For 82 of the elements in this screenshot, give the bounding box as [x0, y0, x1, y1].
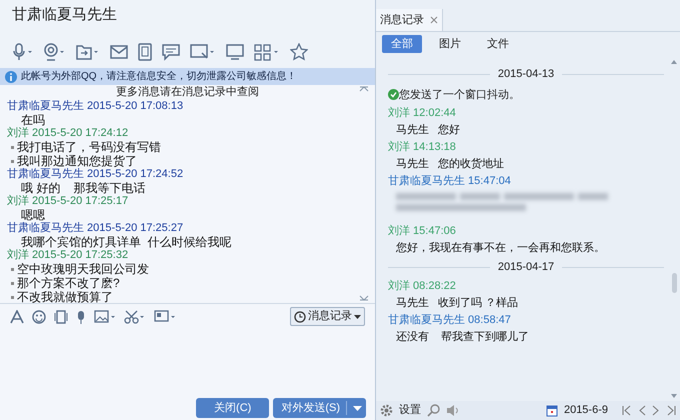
- screen-share-icon[interactable]: [190, 43, 216, 61]
- message-text: 还没有 帮我查下到哪儿了: [395, 330, 530, 344]
- message-text: 马先生 收到了吗 ？样品: [395, 296, 520, 310]
- message-text: 您好，我现在有事不在，一会再和您联系。: [395, 240, 606, 256]
- last-page-icon[interactable]: [666, 405, 676, 416]
- screen-icon[interactable]: [154, 310, 176, 324]
- message-header: 刘洋 2015-5-20 17:25:17: [7, 195, 130, 208]
- message-text: 我叫那边通知您提货了: [17, 154, 137, 168]
- message-header: 刘洋 12:02:44: [388, 106, 457, 121]
- microphone-icon[interactable]: [76, 310, 86, 324]
- message-text: 我打电话了，号码没有写错: [17, 140, 161, 154]
- scroll-down-icon[interactable]: [359, 295, 369, 301]
- message-text: 空中玫瑰明天我回公司发: [17, 262, 149, 276]
- bullet-icon: [11, 296, 14, 298]
- message-text: 那个方案不改了麽?: [17, 276, 120, 290]
- message-text: 马先生 您的收货地址: [395, 157, 506, 172]
- tablet-icon[interactable]: [138, 43, 152, 61]
- scrollbar-thumb[interactable]: [672, 273, 677, 293]
- date-picker[interactable]: 2015-6-9: [564, 402, 608, 419]
- settings-icon[interactable]: [380, 404, 393, 417]
- date-separator: 2015-04-13: [498, 67, 554, 82]
- bullet-icon: [11, 282, 14, 284]
- close-button[interactable]: 关闭(C): [196, 398, 270, 418]
- mail-icon[interactable]: [110, 44, 128, 60]
- vibrate-icon[interactable]: [54, 310, 68, 324]
- message-header: 甘肃临夏马先生 2015-5-20 17:08:13: [7, 100, 184, 113]
- message-header: 刘洋 2015-5-20 17:25:32: [7, 249, 130, 262]
- history-hint[interactable]: 更多消息请在消息记录中查阅: [0, 85, 375, 100]
- apps-grid-icon[interactable]: [254, 43, 280, 61]
- folder-icon[interactable]: [76, 43, 100, 61]
- caret-icon: [353, 406, 362, 410]
- filter-tab[interactable]: 文件: [478, 35, 518, 53]
- search-icon[interactable]: [427, 404, 440, 417]
- message-text: 马先生 您好: [395, 123, 462, 138]
- filter-tab[interactable]: 全部: [382, 35, 422, 53]
- webcam-icon[interactable]: [44, 43, 66, 61]
- message-header: 刘洋 2015-5-20 17:24:12: [7, 127, 130, 140]
- message-header: 甘肃临夏马先生 2015-5-20 17:25:27: [7, 222, 184, 235]
- speaker-icon[interactable]: [446, 404, 459, 417]
- star-icon[interactable]: [290, 43, 308, 61]
- send-button[interactable]: 对外发送(S): [273, 398, 366, 418]
- system-message: 您发送了一个窗口抖动。: [399, 88, 520, 102]
- message-text: 在吗: [21, 113, 45, 127]
- font-icon[interactable]: [10, 310, 24, 324]
- message-header: 刘洋 15:47:06: [388, 224, 457, 239]
- message-text: 嗯嗯: [21, 208, 45, 222]
- first-page-icon[interactable]: [622, 405, 632, 416]
- message-history-button[interactable]: 消息记录: [290, 307, 365, 326]
- scroll-down-icon[interactable]: [671, 394, 677, 398]
- message-header: 甘肃临夏马先生 2015-5-20 17:24:52: [7, 168, 184, 181]
- security-notice: 此帐号为外部QQ，请注意信息安全，切勿泄露公司敏感信息！: [21, 70, 297, 84]
- info-icon: [5, 70, 17, 82]
- message-header: 刘洋 14:13:18: [388, 140, 457, 155]
- filter-tab[interactable]: 图片: [430, 35, 470, 53]
- history-tab[interactable]: 消息记录: [376, 9, 443, 31]
- message-text: 不改我就做预算了: [17, 290, 113, 303]
- next-icon[interactable]: [652, 405, 660, 416]
- bullet-icon: [11, 160, 14, 162]
- scissors-icon[interactable]: [124, 310, 146, 324]
- message-header: 甘肃临夏马先生 15:47:04: [388, 174, 512, 189]
- message-text: 哦 好的 那我等下电话: [21, 181, 146, 195]
- monitor-icon[interactable]: [226, 43, 244, 61]
- emoji-icon[interactable]: [32, 310, 46, 324]
- settings-link[interactable]: 设置: [399, 402, 421, 419]
- caret-icon: [354, 314, 361, 318]
- message-text: 我哪个宾馆的灯具详单 什么时候给我呢: [21, 235, 232, 249]
- message-header: 刘洋 08:28:22: [388, 278, 457, 294]
- close-icon[interactable]: [430, 16, 438, 24]
- chat-bubble-icon[interactable]: [162, 43, 180, 61]
- scroll-up-icon[interactable]: [671, 60, 677, 64]
- date-separator: 2015-04-17: [498, 260, 554, 275]
- image-icon[interactable]: [94, 310, 116, 324]
- scroll-up-icon[interactable]: [359, 86, 369, 92]
- microphone-icon[interactable]: [12, 43, 34, 61]
- calendar-icon[interactable]: [546, 404, 558, 416]
- clock-icon: [294, 310, 306, 322]
- message-header: 甘肃临夏马先生 08:58:47: [388, 312, 512, 328]
- bullet-icon: [11, 268, 14, 270]
- window-title: 甘肃临夏马先生: [11, 5, 118, 25]
- previous-icon[interactable]: [638, 405, 646, 416]
- check-icon: [388, 89, 399, 100]
- bullet-icon: [11, 146, 14, 148]
